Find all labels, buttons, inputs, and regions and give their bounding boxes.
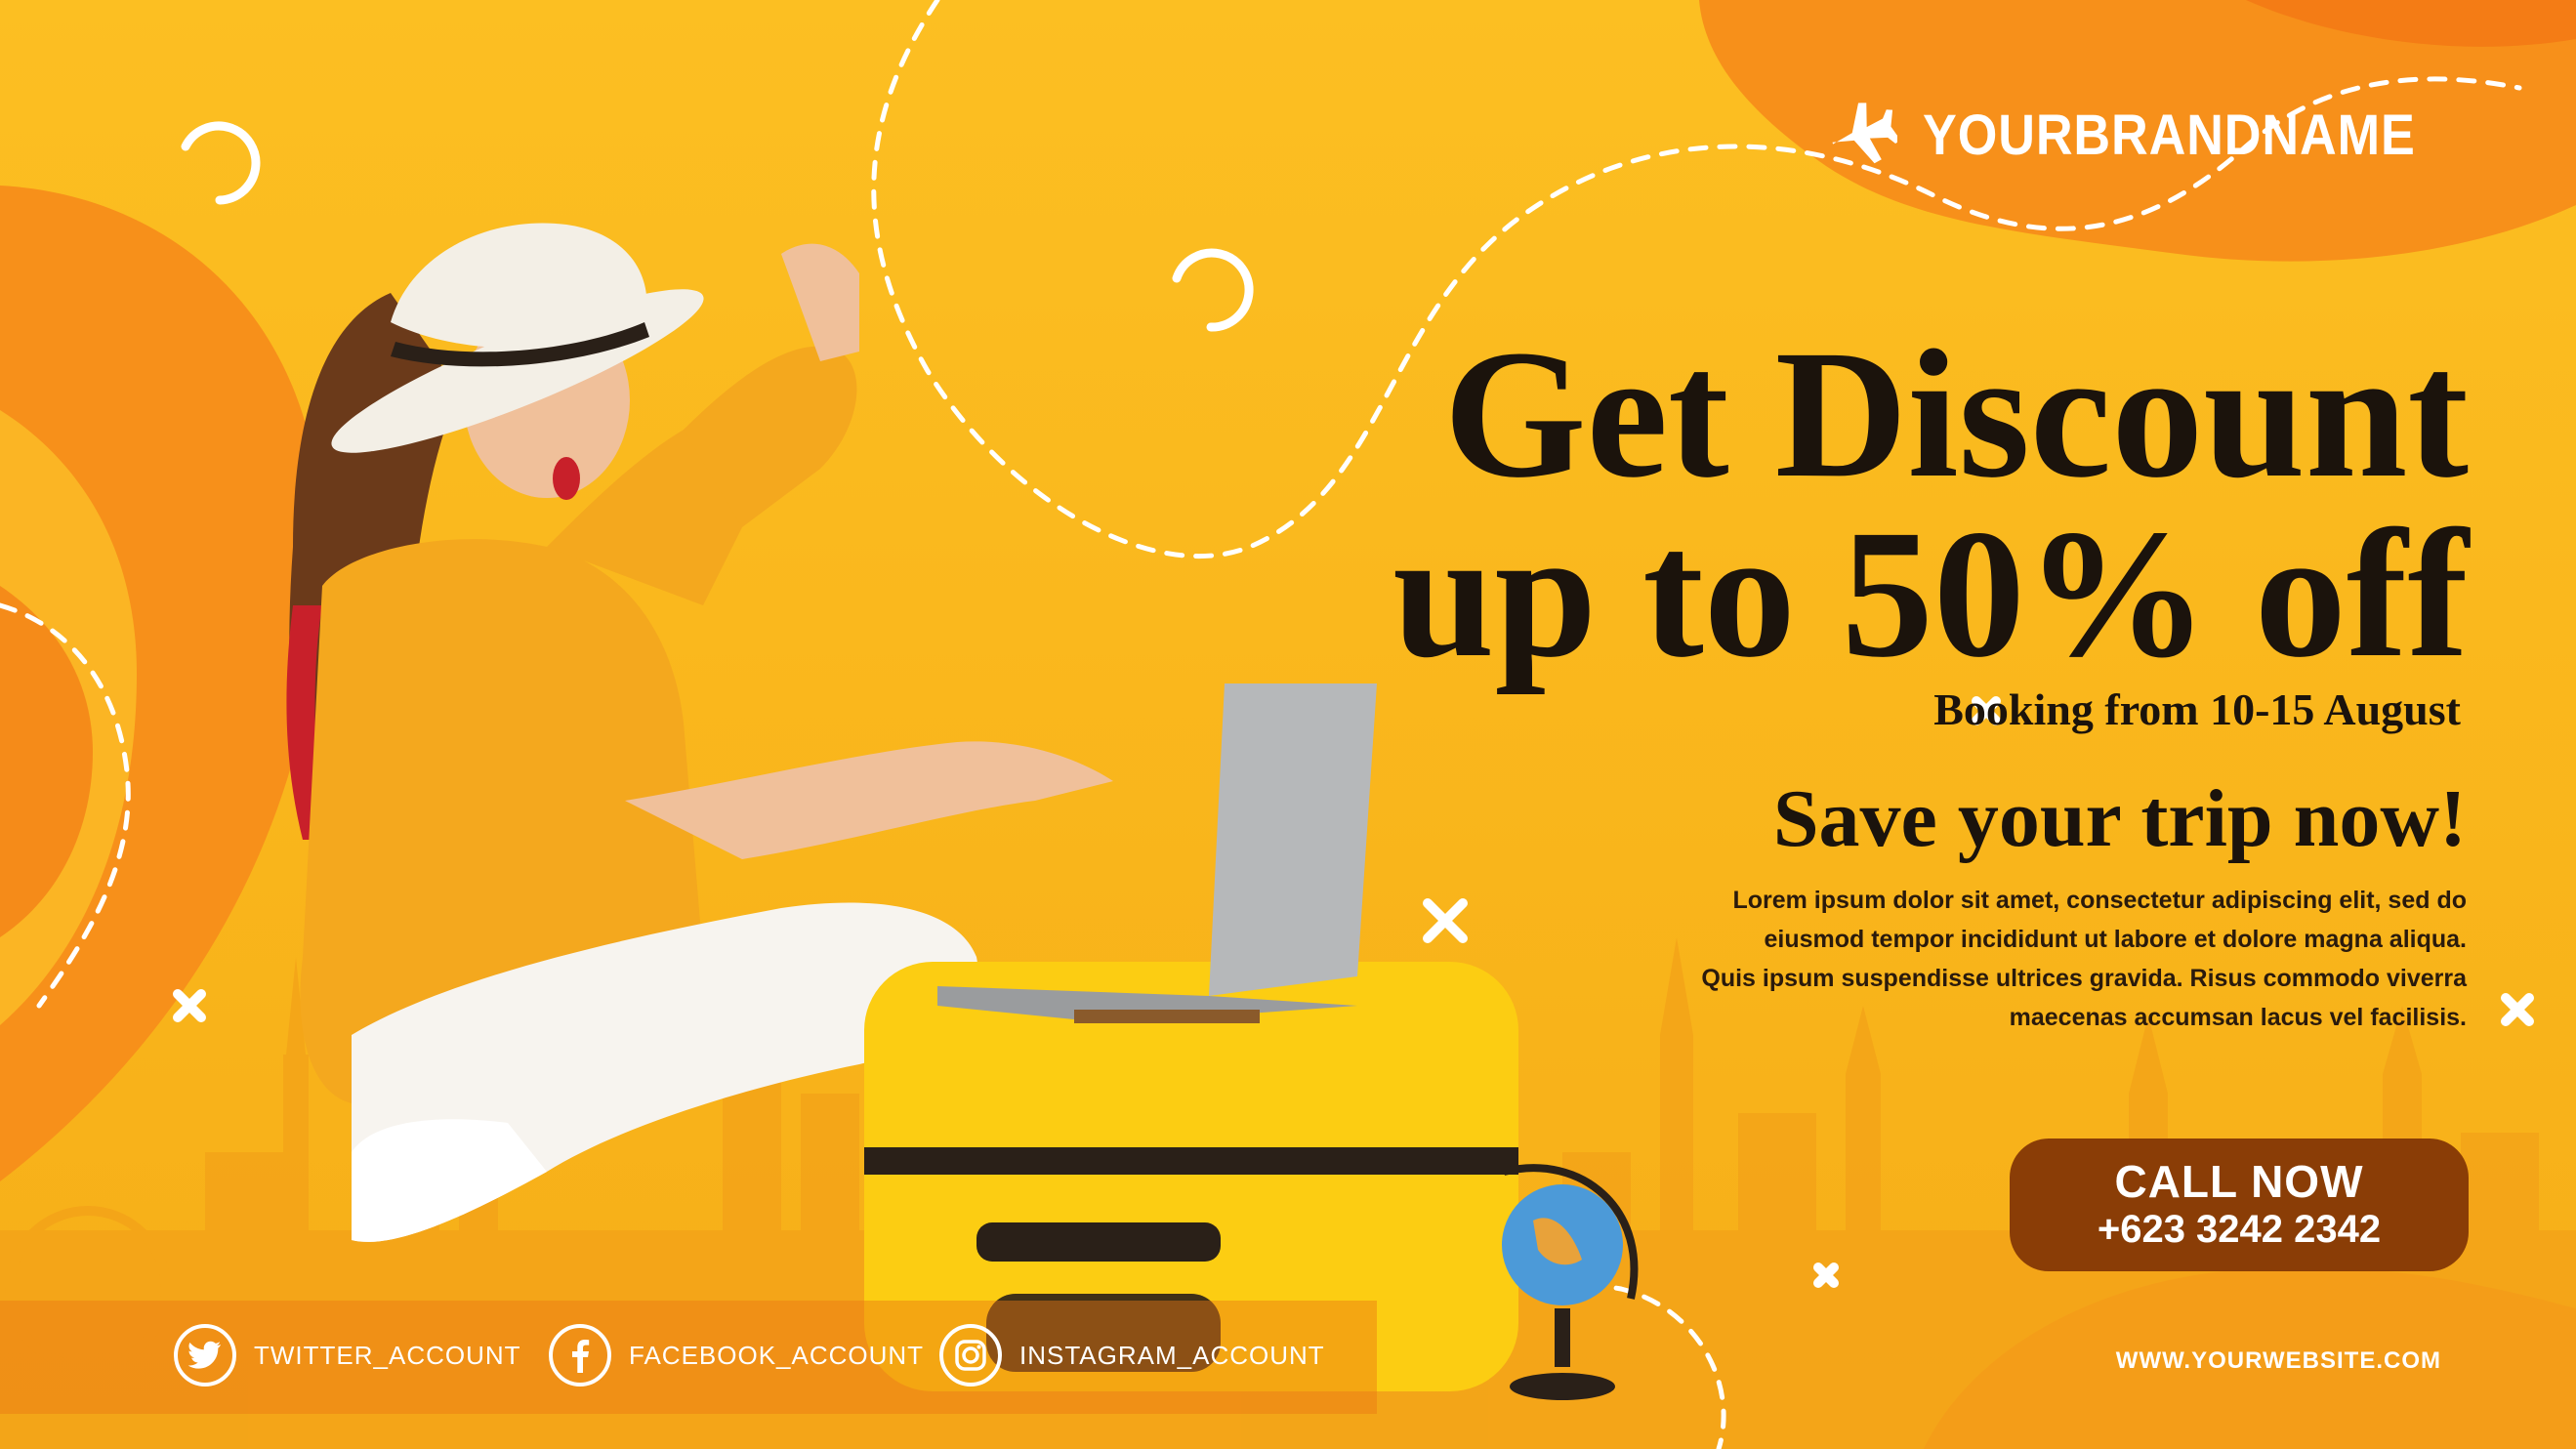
hat-crown	[391, 223, 647, 349]
brand-name: YOURBRANDNAME	[1923, 103, 2416, 167]
laptop-screen	[1209, 683, 1377, 996]
booking-dates: Booking from 10-15 August	[1933, 684, 2461, 734]
twitter-link[interactable]: TWITTER_ACCOUNT	[174, 1318, 521, 1392]
headline-line-2: up to 50% off	[1392, 491, 2469, 695]
mouth	[553, 457, 580, 500]
raised-arm-skin	[781, 243, 859, 361]
twitter-icon	[174, 1324, 236, 1387]
travel-banner: YOURBRANDNAME Get Discount up to 50% off…	[0, 0, 2576, 1449]
body-line: eiusmod tempor incididunt ut labore et d…	[1764, 926, 2467, 953]
body-line: Quis ipsum suspendisse ultrices gravida.…	[1701, 965, 2467, 992]
phone-number: +623 3242 2342	[2097, 1208, 2382, 1251]
suitcase-handle	[976, 1222, 1221, 1262]
facebook-account-label: FACEBOOK_ACCOUNT	[629, 1340, 925, 1370]
headline: Get Discount up to 50% off	[1392, 322, 2469, 685]
airplane-icon	[1823, 96, 1901, 175]
headline-line-1: Get Discount	[1443, 311, 2469, 516]
twitter-account-label: TWITTER_ACCOUNT	[254, 1340, 521, 1370]
tagline: Save your trip now!	[1772, 773, 2467, 864]
pointing-arm	[625, 741, 1113, 859]
facebook-icon	[549, 1324, 611, 1387]
body-text: Lorem ipsum dolor sit amet, consectetur …	[1588, 881, 2467, 1037]
brand-logo[interactable]: YOURBRANDNAME	[1823, 98, 2471, 172]
body-line: maecenas accumsan lacus vel facilisis.	[2009, 1004, 2467, 1031]
passport	[1074, 1010, 1260, 1023]
call-now-label: CALL NOW	[2114, 1156, 2364, 1207]
globe-stand	[1510, 1373, 1615, 1400]
body-line: Lorem ipsum dolor sit amet, consectetur …	[1732, 887, 2467, 914]
instagram-icon	[939, 1324, 1002, 1387]
facebook-link[interactable]: FACEBOOK_ACCOUNT	[549, 1318, 924, 1392]
instagram-link[interactable]: INSTAGRAM_ACCOUNT	[939, 1318, 1325, 1392]
call-now-button[interactable]: CALL NOW +623 3242 2342	[2010, 1138, 2469, 1271]
instagram-account-label: INSTAGRAM_ACCOUNT	[1019, 1340, 1325, 1370]
website-link[interactable]: WWW.YOURWEBSITE.COM	[2116, 1347, 2441, 1375]
